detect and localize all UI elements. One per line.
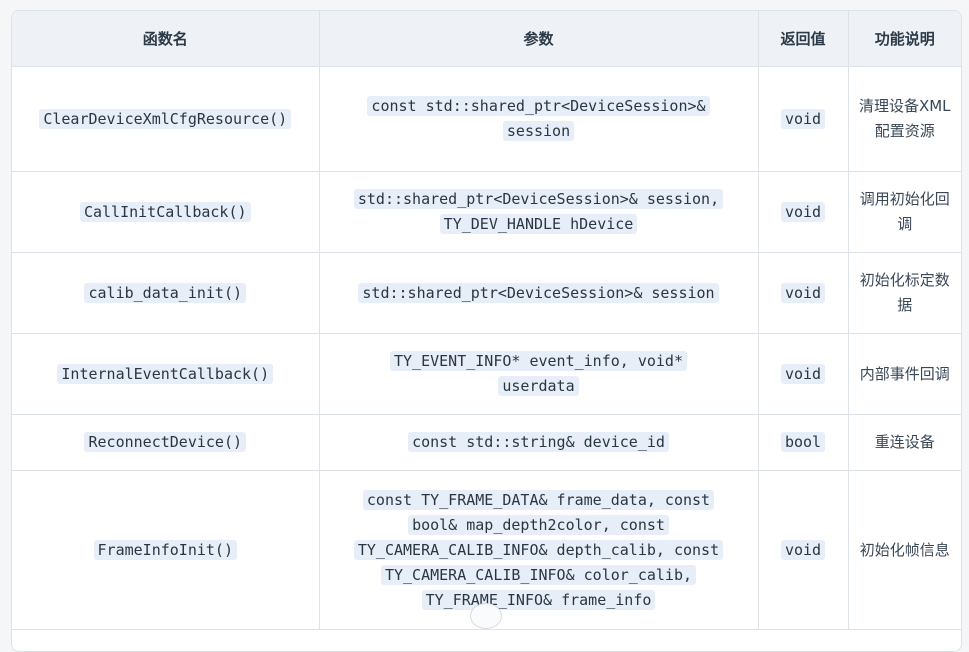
function-name: CallInitCallback()	[79, 201, 251, 222]
function-name: ClearDeviceXmlCfgResource()	[39, 108, 292, 129]
function-name-cell: CallInitCallback()	[12, 171, 320, 253]
description-cell: 调用初始化回调	[848, 171, 961, 253]
parameters: TY_EVENT_INFO* event_info, void* userdat…	[390, 351, 687, 396]
return-value: void	[780, 282, 826, 303]
return-value-cell: void	[758, 252, 849, 334]
header-description: 功能说明	[848, 11, 961, 67]
function-name-cell: ReconnectDevice()	[12, 414, 320, 471]
description: 初始化标定数据	[859, 271, 950, 314]
parameters-cell: const TY_FRAME_DATA& frame_data, const b…	[319, 470, 759, 630]
return-value-cell: bool	[758, 414, 849, 471]
table-row: ReconnectDevice() const std::string& dev…	[12, 414, 961, 471]
description-cell: 内部事件回调	[848, 333, 961, 415]
description-cell: 初始化帧信息	[848, 470, 961, 630]
function-name-cell: ClearDeviceXmlCfgResource()	[12, 66, 320, 172]
function-name: calib_data_init()	[84, 282, 247, 303]
table-header-row: 函数名 参数 返回值 功能说明	[12, 11, 961, 67]
parameters-cell: const std::string& device_id	[319, 414, 759, 471]
function-table: 函数名 参数 返回值 功能说明 ClearDeviceXmlCfgResourc…	[12, 11, 961, 630]
description: 初始化帧信息	[859, 540, 950, 559]
parameters-cell: std::shared_ptr<DeviceSession>& session	[319, 252, 759, 334]
return-value-cell: void	[758, 333, 849, 415]
description-cell: 初始化标定数据	[848, 252, 961, 334]
table-row: CallInitCallback() std::shared_ptr<Devic…	[12, 171, 961, 253]
description: 清理设备XML配置资源	[858, 97, 951, 140]
function-name-cell: InternalEventCallback()	[12, 333, 320, 415]
return-value-cell: void	[758, 66, 849, 172]
table-row: InternalEventCallback() TY_EVENT_INFO* e…	[12, 333, 961, 415]
function-name: ReconnectDevice()	[84, 432, 247, 452]
function-name: FrameInfoInit()	[93, 539, 237, 560]
table-row: calib_data_init() std::shared_ptr<Device…	[12, 252, 961, 334]
header-parameters: 参数	[319, 11, 759, 67]
parameters: const TY_FRAME_DATA& frame_data, const b…	[353, 489, 724, 610]
parameters: std::shared_ptr<DeviceSession>& session	[358, 282, 719, 303]
header-return-value: 返回值	[758, 11, 849, 67]
parameters-cell: TY_EVENT_INFO* event_info, void* userdat…	[319, 333, 759, 415]
parameters: const std::string& device_id	[408, 432, 669, 452]
description: 内部事件回调	[859, 364, 950, 383]
scroll-handle[interactable]	[470, 603, 502, 629]
return-value: void	[780, 201, 826, 222]
parameters: std::shared_ptr<DeviceSession>& session,…	[353, 189, 724, 234]
description: 调用初始化回调	[859, 190, 950, 233]
parameters-cell: std::shared_ptr<DeviceSession>& session,…	[319, 171, 759, 253]
description-cell: 重连设备	[848, 414, 961, 471]
parameters-cell: const std::shared_ptr<DeviceSession>& se…	[319, 66, 759, 172]
table-row: ClearDeviceXmlCfgResource() const std::s…	[12, 66, 961, 172]
return-value-cell: void	[758, 171, 849, 253]
description-cell: 清理设备XML配置资源	[848, 66, 961, 172]
return-value: void	[780, 539, 826, 560]
parameters: const std::shared_ptr<DeviceSession>& se…	[367, 96, 710, 141]
function-table-container: 函数名 参数 返回值 功能说明 ClearDeviceXmlCfgResourc…	[11, 10, 962, 652]
header-function-name: 函数名	[12, 11, 320, 67]
function-name-cell: FrameInfoInit()	[12, 470, 320, 630]
return-value-cell: void	[758, 470, 849, 630]
description: 重连设备	[874, 433, 935, 451]
return-value: bool	[780, 432, 826, 452]
function-name-cell: calib_data_init()	[12, 252, 320, 334]
return-value: void	[780, 363, 826, 384]
return-value: void	[780, 108, 826, 129]
function-name: InternalEventCallback()	[57, 363, 274, 384]
